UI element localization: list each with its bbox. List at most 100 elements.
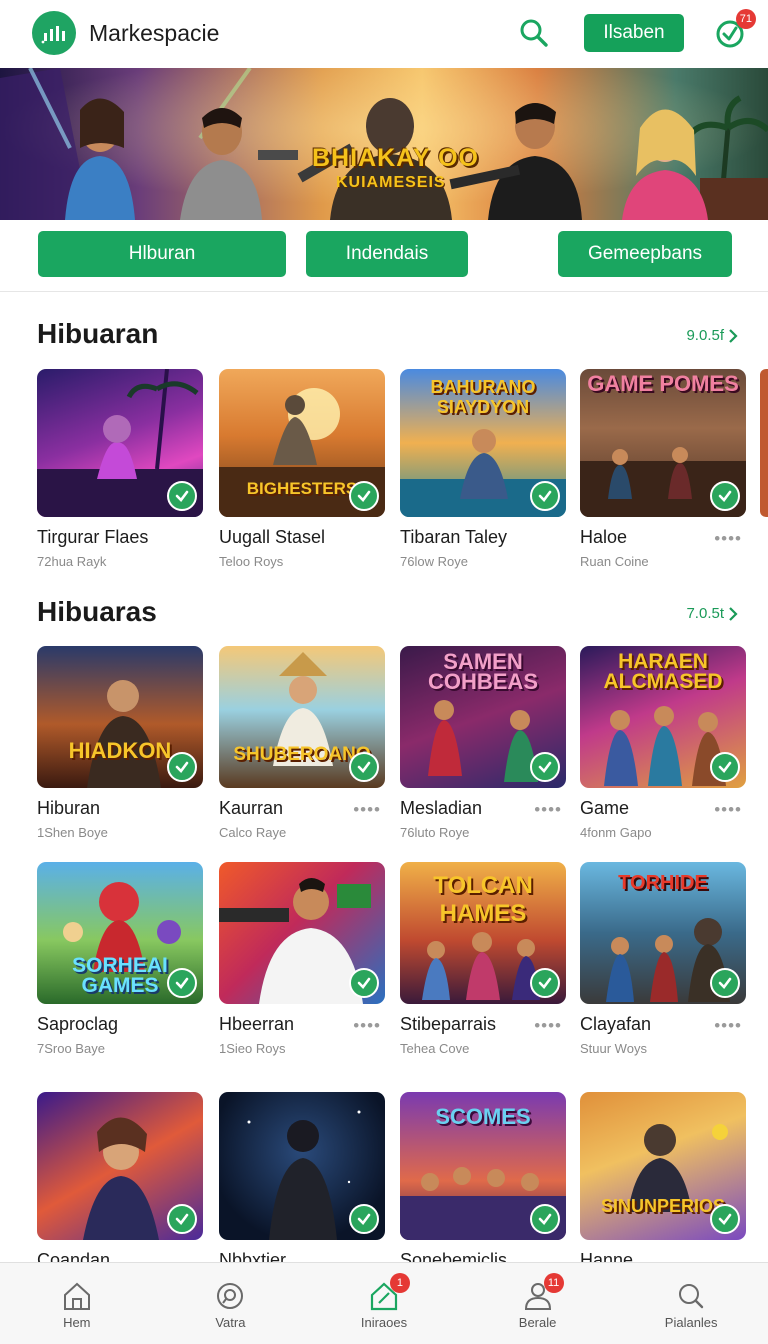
card-subtitle: Stuur Woys [580, 1041, 647, 1056]
check-icon [710, 752, 740, 782]
hero-banner[interactable]: BHIAKAY OO KUIAMESEIS [0, 68, 768, 220]
game-thumbnail [37, 369, 203, 517]
hero-title: BHIAKAY OO [312, 144, 479, 172]
see-all-label: 7.0.5t [686, 605, 724, 622]
game-card[interactable]: BAHURANO SIAYDYON Tibaran Taley 76low Ro… [400, 369, 566, 569]
tab-hiburan[interactable]: Hlburan [38, 231, 286, 277]
game-thumbnail: HIADKON [37, 646, 203, 788]
game-thumbnail: SCOMES [400, 1092, 566, 1240]
search-circle-icon [217, 1283, 244, 1309]
notification-button[interactable]: 71 [710, 9, 756, 53]
home-icon [63, 1282, 90, 1310]
check-icon [349, 968, 379, 998]
thumb-logo-text: TORHIDE [618, 872, 708, 894]
game-thumbnail: SHUBEROANO [219, 646, 385, 788]
game-card[interactable]: GAME POMES Haloe Ruan Coine •••• [580, 369, 746, 569]
game-card[interactable]: SINUNPERIOS Hanne [580, 1092, 746, 1271]
see-all-link[interactable]: 9.0.5f [686, 327, 738, 344]
game-thumbnail: HARAEN ALCMASED [580, 646, 746, 788]
next-card-peek [760, 369, 768, 517]
nav-item-pialanles[interactable]: Pialanles [614, 1263, 768, 1344]
check-icon [710, 968, 740, 998]
card-subtitle: 76low Roye [400, 554, 468, 569]
card-subtitle: Ruan Coine [580, 554, 649, 569]
card-subtitle: Tehea Cove [400, 1041, 470, 1056]
card-subtitle: 76luto Roye [400, 825, 470, 840]
card-subtitle: 7Sroo Baye [37, 1041, 105, 1056]
more-options-icon[interactable]: •••• [534, 800, 562, 820]
nav-item-home[interactable]: Hem [0, 1263, 154, 1344]
more-options-icon[interactable]: •••• [353, 1016, 381, 1036]
check-icon [167, 1204, 197, 1234]
game-thumbnail: BIGHESTERS [219, 369, 385, 517]
game-card[interactable]: HARAEN ALCMASED Game 4fonm Gapo •••• [580, 646, 746, 840]
game-card[interactable]: SCOMES Sonebemiclis [400, 1092, 566, 1271]
search-icon [520, 19, 548, 47]
game-thumbnail [37, 1092, 203, 1240]
thumb-logo-text: SAMEN COHBEAS [427, 649, 538, 694]
game-card[interactable]: HIADKON Hiburan 1Shen Boye [37, 646, 203, 840]
more-options-icon[interactable]: •••• [714, 1016, 742, 1036]
thumb-logo-text: HARAEN ALCMASED [603, 650, 723, 693]
nav-badge: 11 [543, 1273, 564, 1293]
check-icon [710, 1204, 740, 1234]
game-card[interactable]: Nbbxtier [219, 1092, 385, 1271]
tab-gemeepbans[interactable]: Gemeepbans [558, 231, 732, 277]
nav-item-berale[interactable]: 11 Berale [461, 1263, 615, 1344]
search-button[interactable] [514, 13, 554, 53]
game-thumbnail: SINUNPERIOS [580, 1092, 746, 1240]
nav-label: Iniraoes [360, 1315, 408, 1330]
more-options-icon[interactable]: •••• [714, 800, 742, 820]
game-thumbnail [219, 862, 385, 1004]
header-cta-button[interactable]: Ilsaben [584, 14, 684, 52]
more-options-icon[interactable]: •••• [714, 529, 742, 549]
game-thumbnail: GAME POMES [580, 369, 746, 517]
game-thumbnail: SORHEAI GAMES [37, 862, 203, 1004]
nav-label: Hem [63, 1315, 91, 1330]
thumb-logo-text: BAHURANO SIAYDYON [430, 377, 536, 417]
thumb-logo-text: GAME POMES [587, 371, 739, 396]
card-subtitle: 1Sieo Roys [219, 1041, 286, 1056]
check-icon [167, 752, 197, 782]
check-icon [167, 968, 197, 998]
section-title: Hibuaran [37, 318, 159, 349]
app-logo[interactable] [32, 11, 76, 55]
nav-item-iniraoes[interactable]: 1 Iniraoes [307, 1263, 461, 1344]
check-icon [349, 1204, 379, 1234]
game-thumbnail [219, 1092, 385, 1240]
chart-bars-icon [41, 26, 65, 44]
app-title: Markespacie [89, 19, 220, 46]
game-card[interactable]: TORHIDE Clayafan Stuur Woys •••• [580, 862, 746, 1056]
card-title: Tirgurar Flaes [37, 527, 149, 547]
card-subtitle: 72hua Rayk [37, 554, 107, 569]
notification-badge: 71 [735, 9, 756, 29]
game-card[interactable]: SAMEN COHBEAS Mesladian 76luto Roye •••• [400, 646, 566, 840]
nav-item-vatra[interactable]: Vatra [154, 1263, 308, 1344]
see-all-link[interactable]: 7.0.5t [686, 605, 738, 622]
game-card[interactable]: Tirgurar Flaes 72hua Rayk [37, 369, 203, 569]
game-card[interactable]: Coandan [37, 1092, 203, 1271]
chevron-right-icon [729, 606, 738, 621]
check-icon [530, 1204, 560, 1234]
more-options-icon[interactable]: •••• [353, 800, 381, 820]
game-card[interactable]: TOLCAN HAMES Stibeparrais Tehea Cove •••… [400, 862, 566, 1056]
check-icon [167, 481, 197, 511]
card-title: Tibaran Taley [400, 527, 508, 547]
game-card[interactable]: Hbeerran 1Sieo Roys •••• [219, 862, 385, 1056]
game-card[interactable]: BIGHESTERS Uugall Stasel Teloo Roys [219, 369, 385, 569]
see-all-label: 9.0.5f [686, 327, 724, 344]
card-subtitle: 1Shen Boye [37, 825, 108, 840]
game-thumbnail: SAMEN COHBEAS [400, 646, 566, 788]
more-options-icon[interactable]: •••• [534, 1016, 562, 1036]
card-subtitle: 4fonm Gapo [580, 825, 652, 840]
thumb-logo-text: SCOMES [435, 1104, 531, 1129]
nav-label: Vatra [215, 1315, 246, 1330]
game-card[interactable]: SORHEAI GAMES Saproclag 7Sroo Baye [37, 862, 203, 1056]
check-icon [349, 481, 379, 511]
nav-label: Berale [518, 1315, 557, 1330]
game-card[interactable]: SHUBEROANO Kaurran Calco Raye •••• [219, 646, 385, 840]
tab-indendais[interactable]: Indendais [306, 231, 468, 277]
bottom-navigation: Hem Vatra 1 Iniraoes 11 Berale Pialanles [0, 1262, 768, 1344]
card-title: Saproclag [37, 1014, 119, 1034]
nav-badge: 1 [389, 1273, 410, 1293]
